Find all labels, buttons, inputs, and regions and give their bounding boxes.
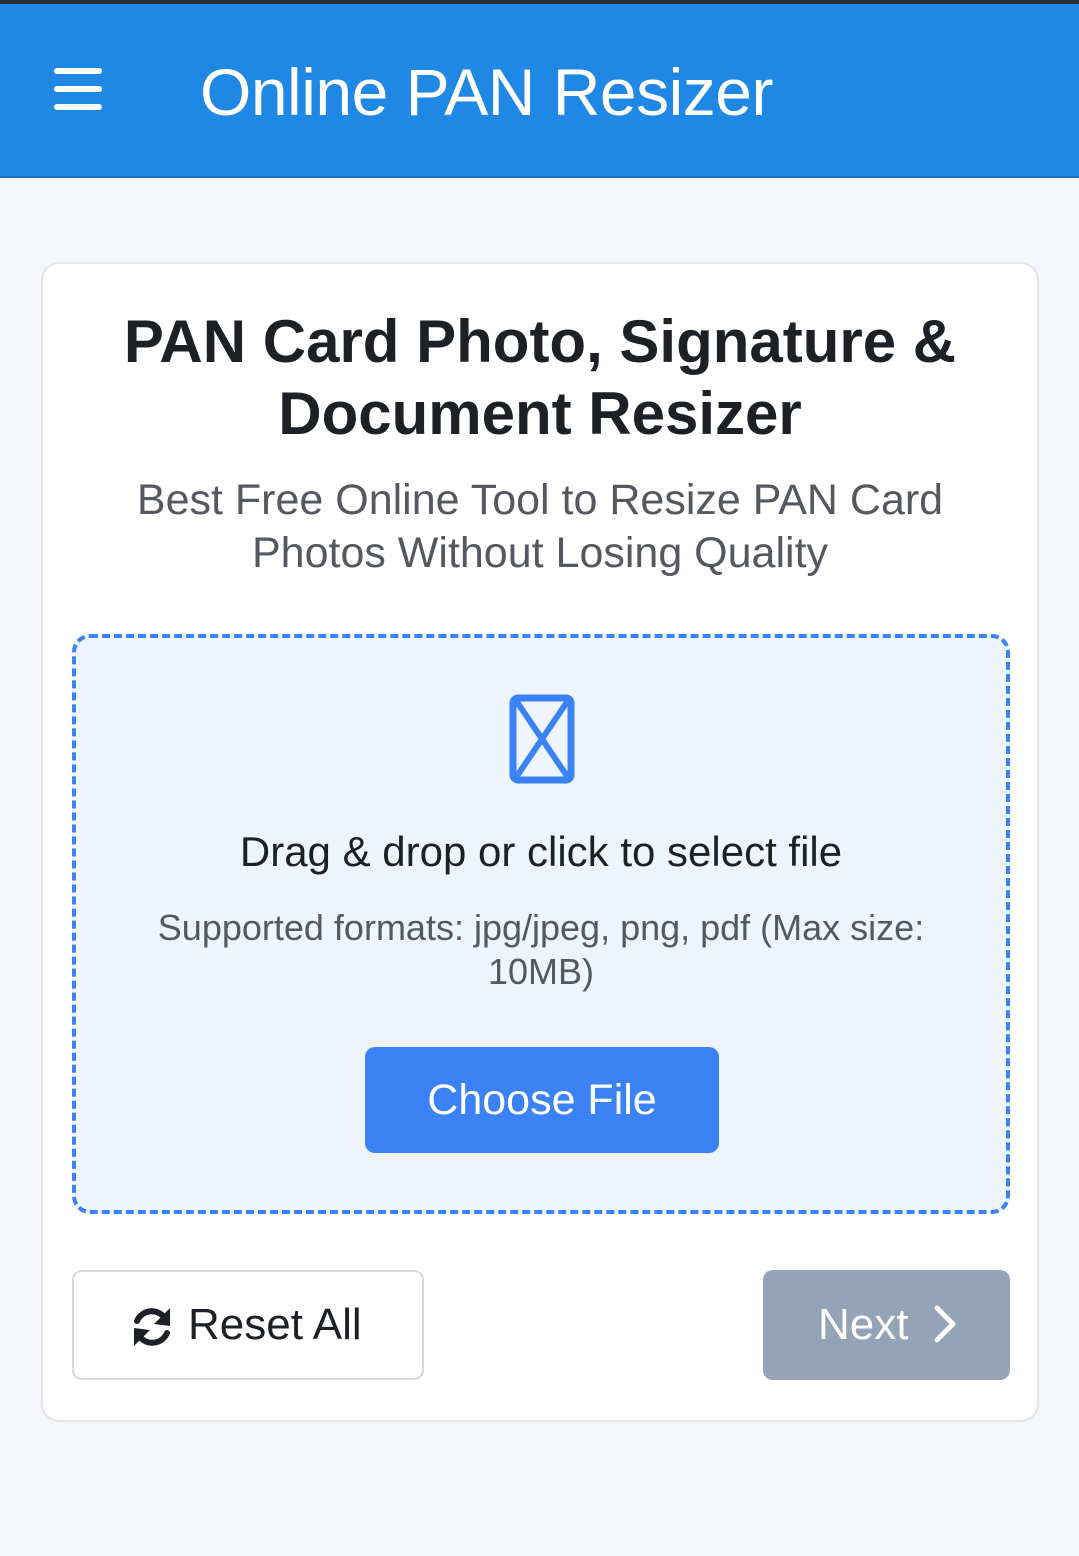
file-upload-icon: [509, 694, 575, 784]
reset-all-label: Reset All: [188, 1300, 362, 1349]
resizer-card: PAN Card Photo, Signature & Document Res…: [41, 262, 1039, 1422]
choose-file-button[interactable]: Choose File: [365, 1047, 719, 1153]
next-label: Next: [818, 1300, 909, 1349]
card-title: PAN Card Photo, Signature & Document Res…: [123, 308, 957, 447]
supported-formats-text: Supported formats: jpg/jpeg, png, pdf (M…: [157, 907, 925, 992]
chevron-right-icon: [934, 1305, 956, 1343]
hamburger-menu-icon[interactable]: [52, 68, 104, 112]
app-title: Online PAN Resizer: [200, 55, 773, 129]
refresh-icon: [134, 1308, 170, 1346]
app-header: Online PAN Resizer: [0, 4, 1079, 178]
reset-all-button[interactable]: Reset All: [72, 1270, 424, 1380]
dropzone-instruction: Drag & drop or click to select file: [239, 828, 843, 875]
file-dropzone[interactable]: Drag & drop or click to select file Supp…: [72, 634, 1010, 1214]
card-subtitle: Best Free Online Tool to Resize PAN Card…: [136, 476, 944, 577]
next-button[interactable]: Next: [763, 1270, 1010, 1380]
